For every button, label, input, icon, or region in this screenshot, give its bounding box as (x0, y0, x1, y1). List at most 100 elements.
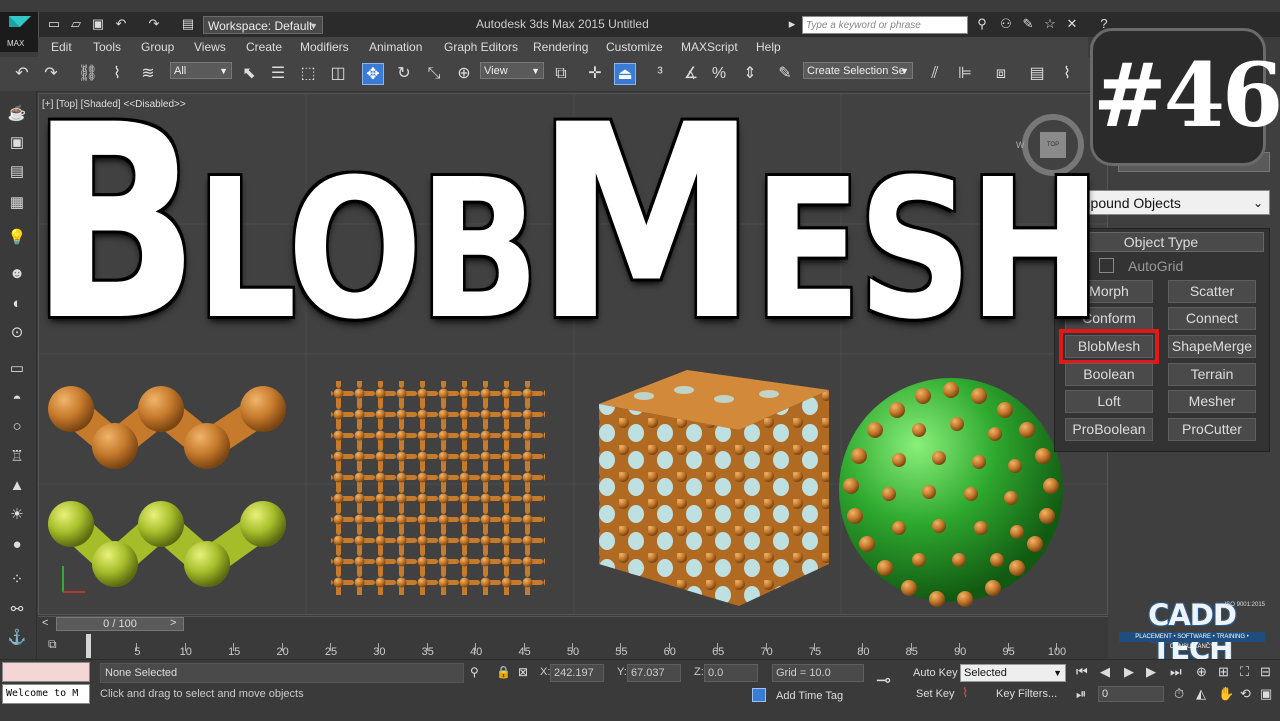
menu-animation[interactable]: Animation (369, 40, 422, 54)
proboolean-button[interactable]: ProBoolean (1065, 418, 1153, 441)
blobmesh-chain-orange[interactable] (48, 386, 286, 469)
molecule-icon[interactable]: ⚯ (7, 600, 27, 620)
mesher-button[interactable]: Mesher (1168, 390, 1256, 413)
new-file-icon[interactable]: ▭ (46, 16, 62, 32)
basket-icon[interactable]: ♖ (7, 447, 27, 467)
loft-button[interactable]: Loft (1065, 390, 1153, 413)
add-time-tag[interactable]: Add Time Tag (776, 690, 843, 702)
curve-editor-mini-icon[interactable]: ⧉ (48, 637, 57, 652)
time-slider-track[interactable] (38, 616, 1108, 633)
terrain-button[interactable]: Terrain (1168, 363, 1256, 386)
save-icon[interactable]: ▣ (90, 16, 106, 32)
menu-customize[interactable]: Customize (606, 40, 663, 54)
z-coordinate-field[interactable]: 0.0 (704, 664, 758, 682)
y-coordinate-field[interactable]: 67.037 (627, 664, 681, 682)
zoom-icon[interactable]: ⊕ (1196, 664, 1207, 680)
track-bar-playhead[interactable] (86, 634, 91, 658)
menu-help[interactable]: Help (756, 40, 781, 54)
menu-maxscript[interactable]: MAXScript (681, 40, 738, 54)
maxscript-output[interactable]: Welcome to M (2, 684, 90, 704)
field-of-view-icon[interactable]: ◭ (1196, 686, 1206, 702)
cone-icon[interactable]: ▲ (7, 476, 27, 496)
communication-icon[interactable]: ✎ (1020, 16, 1036, 32)
time-tag-icon[interactable] (752, 688, 766, 702)
teapot-icon[interactable]: ☕ (7, 104, 27, 124)
lock-icon[interactable]: 🔒 (496, 665, 511, 679)
blobmesh-cube[interactable] (599, 370, 829, 606)
reference-coordinate-dropdown[interactable]: View ▼ (480, 62, 544, 79)
zoom-extents-all-icon[interactable]: ⊟ (1260, 664, 1271, 680)
key-filters-button[interactable]: Key Filters... (996, 688, 1057, 700)
light-icon[interactable]: 💡 (7, 228, 27, 248)
key-mode-dropdown[interactable]: Selected ▼ (960, 664, 1066, 682)
subscription-icon[interactable]: ⚇ (998, 16, 1014, 32)
material-editor-icon[interactable]: ▣ (7, 133, 27, 153)
go-to-end-icon[interactable]: ⏭ (1170, 664, 1182, 680)
disc-icon[interactable]: ● (7, 535, 27, 555)
time-slider-next[interactable]: > (170, 617, 176, 629)
sphere-shade-icon[interactable]: ◐ (7, 294, 27, 314)
blobmesh-sphere[interactable] (839, 378, 1063, 607)
scatter-button[interactable]: Scatter (1168, 280, 1256, 303)
grid-points-icon[interactable]: ⁘ (7, 570, 27, 590)
time-config-icon[interactable]: ⏱ (1174, 686, 1184, 702)
sun-icon[interactable]: ☀ (7, 505, 27, 525)
next-frame-icon[interactable]: ▶︎ (1146, 664, 1156, 680)
absolute-mode-icon[interactable]: ⊠ (518, 665, 528, 679)
project-folder-icon[interactable]: ▤ (180, 16, 196, 32)
close-icon[interactable]: ✕ (1064, 16, 1080, 32)
menu-group[interactable]: Group (141, 40, 174, 54)
align-icon[interactable]: ⊫ (954, 63, 976, 85)
key-icon[interactable]: ⊸ (876, 670, 891, 691)
time-slider-thumb[interactable]: 0 / 100 (56, 617, 184, 631)
key-mode-toggle-icon[interactable]: ⏯ (1076, 686, 1086, 702)
window-crossing-icon[interactable]: ◫ (327, 63, 349, 85)
binoculars-icon[interactable]: ⚲ (974, 16, 990, 32)
select-object-icon[interactable]: ⬉ (238, 63, 260, 85)
procutter-button[interactable]: ProCutter (1168, 418, 1256, 441)
menu-edit[interactable]: Edit (51, 40, 72, 54)
select-by-name-icon[interactable]: ☰ (267, 63, 289, 85)
blobmesh-chain-lime[interactable] (48, 501, 286, 587)
box-icon[interactable]: ▭ (7, 359, 27, 379)
app-menu-button[interactable]: MAX (0, 12, 39, 52)
workspace-dropdown[interactable]: Workspace: Default ▼ (203, 16, 323, 34)
blobmesh-lattice[interactable] (331, 381, 545, 595)
set-key-button[interactable]: Set Key (916, 688, 955, 700)
maxscript-listener-input[interactable] (2, 662, 90, 682)
select-and-scale-icon[interactable]: ⤡ (423, 63, 445, 85)
x-coordinate-field[interactable]: 242.197 (550, 664, 604, 682)
boolean-button[interactable]: Boolean (1065, 363, 1153, 386)
key-tangent-icon[interactable]: ⌇ (962, 685, 968, 701)
camera-icon[interactable]: ⊙ (7, 323, 27, 343)
autogrid-checkbox[interactable] (1099, 258, 1114, 273)
zoom-all-icon[interactable]: ⊞ (1218, 664, 1229, 680)
undo-icon[interactable]: ↶ (113, 16, 129, 32)
rectangular-selection-icon[interactable]: ⬚ (297, 63, 319, 85)
auto-key-button[interactable]: Auto Key (913, 667, 958, 679)
circle-icon[interactable]: ○ (7, 417, 27, 437)
open-file-icon[interactable]: ▱ (68, 16, 84, 32)
menu-rendering[interactable]: Rendering (533, 40, 588, 54)
shapemerge-button[interactable]: ShapeMerge (1168, 335, 1256, 358)
connect-button[interactable]: Connect (1168, 307, 1256, 330)
hemisphere-icon[interactable]: ◓ (7, 389, 27, 409)
select-and-move-icon[interactable]: ✥ (362, 63, 384, 85)
play-icon[interactable]: ▶︎ (1124, 664, 1134, 680)
menu-tools[interactable]: Tools (93, 40, 121, 54)
time-slider-prev[interactable]: < (42, 617, 48, 629)
compass-icon[interactable]: ⚓ (7, 628, 27, 648)
menu-create[interactable]: Create (246, 40, 282, 54)
orbit-icon[interactable]: ⟲ (1240, 686, 1251, 702)
rendered-frame-icon[interactable]: ▦ (7, 193, 27, 213)
named-selection-dropdown[interactable]: Create Selection Se ▼ (803, 62, 913, 79)
select-and-place-icon[interactable]: ⊕ (453, 63, 475, 85)
character-icon[interactable]: ☻ (7, 264, 27, 284)
scene-explorer-icon[interactable]: ▤ (1026, 63, 1048, 85)
menu-modifiers[interactable]: Modifiers (300, 40, 349, 54)
zoom-extents-icon[interactable]: ⛶ (1240, 664, 1249, 680)
mirror-icon[interactable]: ⫽ (924, 63, 946, 85)
menu-graph-editors[interactable]: Graph Editors (444, 40, 518, 54)
edit-named-selection-icon[interactable]: ✎ (774, 63, 796, 85)
redo-icon[interactable]: ↷ (146, 16, 162, 32)
